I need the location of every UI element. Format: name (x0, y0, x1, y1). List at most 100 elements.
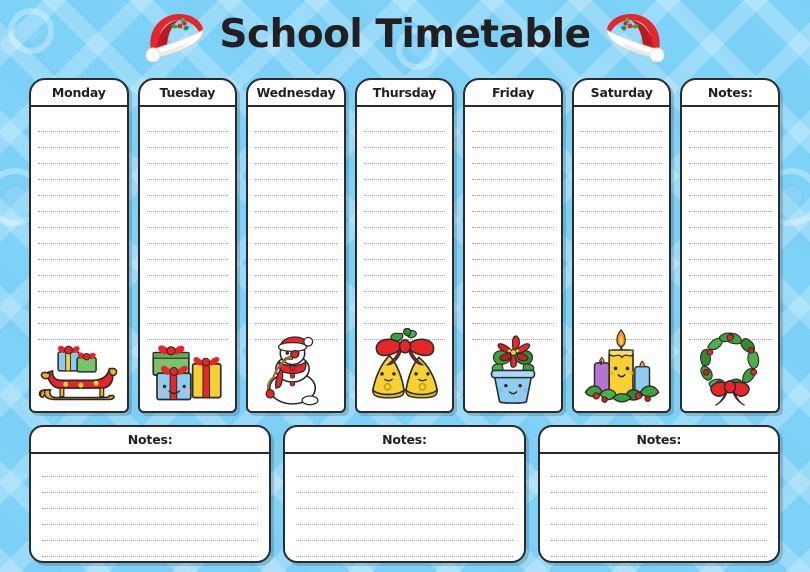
writing-line (363, 132, 446, 148)
day-column-wednesday[interactable]: Wednesday (246, 78, 346, 413)
writing-line (689, 148, 772, 164)
day-writing-area-saturday[interactable] (574, 107, 670, 411)
notes-label: Notes: (382, 432, 427, 447)
writing-line (38, 260, 120, 276)
notes-box-1[interactable]: Notes: (29, 425, 272, 563)
day-writing-area-wednesday[interactable] (248, 107, 344, 411)
day-header-friday: Friday (465, 80, 561, 107)
writing-lines (255, 116, 337, 340)
day-column-tuesday[interactable]: Tuesday (137, 78, 238, 413)
writing-line (38, 164, 120, 180)
writing-line (550, 525, 767, 541)
writing-line (472, 308, 554, 324)
notes-box-3-header: Notes: (539, 427, 778, 454)
day-writing-area-tuesday[interactable] (140, 107, 236, 411)
writing-line (363, 244, 446, 260)
writing-line (472, 196, 554, 212)
day-writing-area-monday[interactable] (31, 107, 127, 411)
writing-line (146, 116, 229, 132)
day-column-monday[interactable]: Monday (29, 78, 129, 413)
notes-box-3-writing-area[interactable] (540, 454, 778, 561)
writing-line (146, 148, 229, 164)
day-column-saturday[interactable]: Saturday (571, 78, 672, 413)
writing-line (255, 116, 337, 132)
writing-line (580, 196, 663, 212)
writing-line (550, 493, 767, 509)
notes-box-2-writing-area[interactable] (285, 454, 523, 561)
writing-line (580, 180, 663, 196)
writing-line (296, 509, 513, 525)
writing-line (472, 116, 554, 132)
writing-line (580, 292, 663, 308)
writing-line (689, 164, 772, 180)
writing-line (38, 148, 120, 164)
writing-lines (42, 461, 259, 557)
writing-line (296, 477, 513, 493)
writing-line (472, 260, 554, 276)
day-writing-area-thursday[interactable] (357, 107, 453, 411)
writing-line (255, 148, 337, 164)
writing-line (363, 164, 446, 180)
writing-line (255, 196, 337, 212)
day-header-monday: Monday (31, 80, 127, 107)
writing-line (38, 228, 120, 244)
writing-line (255, 244, 337, 260)
writing-line (472, 324, 554, 340)
page-title: School Timetable (219, 11, 591, 57)
day-column-friday[interactable]: Friday (463, 78, 563, 413)
writing-line (146, 164, 229, 180)
writing-line (363, 196, 446, 212)
writing-lines (363, 116, 446, 340)
writing-line (146, 292, 229, 308)
writing-lines (580, 116, 663, 340)
writing-line (255, 228, 337, 244)
day-column-thursday[interactable]: Thursday (354, 78, 455, 413)
notes-column[interactable]: Notes: (680, 78, 781, 413)
writing-line (363, 228, 446, 244)
writing-line (689, 276, 772, 292)
writing-line (580, 276, 663, 292)
writing-line (363, 324, 446, 340)
day-writing-area-friday[interactable] (465, 107, 561, 411)
writing-line (580, 164, 663, 180)
writing-line (472, 212, 554, 228)
writing-line (550, 461, 767, 477)
writing-lines (550, 461, 767, 557)
writing-line (472, 228, 554, 244)
notes-column-writing-area[interactable] (682, 107, 778, 411)
notes-label: Notes: (707, 85, 753, 100)
writing-line (38, 132, 120, 148)
day-label: Saturday (590, 85, 653, 100)
notes-box-1-writing-area[interactable] (31, 454, 269, 561)
writing-line (363, 292, 446, 308)
notes-box-2-header: Notes: (285, 427, 524, 454)
notes-row: Notes: Notes: Notes: (29, 425, 780, 563)
writing-line (38, 276, 120, 292)
writing-lines (472, 116, 554, 340)
writing-line (42, 525, 259, 541)
writing-line (363, 180, 446, 196)
writing-line (363, 116, 446, 132)
notes-box-2[interactable]: Notes: (283, 425, 526, 563)
day-label: Friday (492, 85, 535, 100)
writing-line (38, 180, 120, 196)
writing-line (689, 228, 772, 244)
notes-box-3[interactable]: Notes: (537, 425, 780, 563)
notes-box-1-header: Notes: (31, 427, 270, 454)
writing-line (550, 541, 767, 557)
writing-line (146, 228, 229, 244)
writing-line (580, 244, 663, 260)
writing-line (38, 212, 120, 228)
writing-line (689, 132, 772, 148)
santa-hat-icon (605, 10, 667, 63)
writing-line (689, 180, 772, 196)
day-header-wednesday: Wednesday (248, 80, 344, 107)
writing-lines (38, 116, 120, 340)
writing-line (146, 180, 229, 196)
writing-line (363, 260, 446, 276)
writing-line (689, 196, 772, 212)
writing-lines (296, 461, 513, 557)
writing-line (689, 260, 772, 276)
writing-line (146, 244, 229, 260)
writing-line (296, 461, 513, 477)
